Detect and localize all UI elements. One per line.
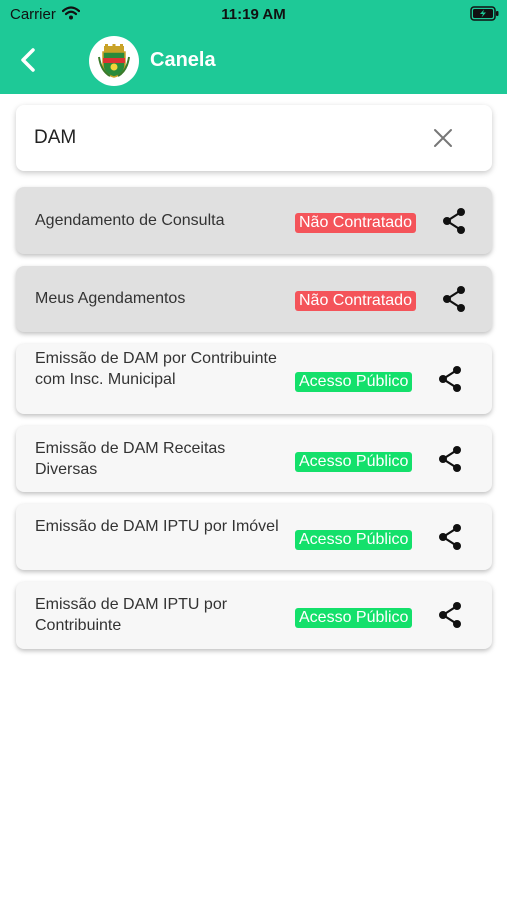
- share-icon: [439, 366, 461, 392]
- status-badge-not-contracted: Não Contratado: [295, 213, 416, 233]
- service-item-emissao-dam-contribuinte-insc-municipal[interactable]: Emissão de DAM por Contribuinte com Insc…: [16, 344, 492, 414]
- share-icon: [443, 286, 465, 312]
- clear-search-button[interactable]: [430, 125, 456, 151]
- chevron-left-icon: [21, 48, 35, 72]
- app-header: Canela: [0, 28, 507, 94]
- back-button[interactable]: [12, 42, 46, 78]
- share-icon: [439, 446, 461, 472]
- service-name: Emissão de DAM por Contribuinte com Insc…: [35, 350, 277, 388]
- status-bar: Carrier 11:19 AM: [0, 0, 507, 28]
- share-button[interactable]: [437, 601, 463, 629]
- service-item-meus-agendamentos[interactable]: Meus Agendamentos Não Contratado: [16, 266, 492, 332]
- share-button[interactable]: [437, 523, 463, 551]
- service-name: Agendamento de Consulta: [35, 212, 225, 229]
- status-badge-public: Acesso Público: [295, 452, 413, 472]
- share-button[interactable]: [437, 365, 463, 393]
- status-badge-public: Acesso Público: [295, 608, 413, 628]
- page-title: Canela: [150, 49, 216, 71]
- share-button[interactable]: [437, 445, 463, 473]
- share-button[interactable]: [441, 285, 467, 313]
- status-badge-public: Acesso Público: [295, 372, 413, 392]
- status-badge-not-contracted: Não Contratado: [295, 291, 416, 311]
- service-item-emissao-dam-receitas-diversas[interactable]: Emissão de DAM Receitas Diversas Acesso …: [16, 426, 492, 492]
- service-name: Emissão de DAM IPTU por Contribuinte: [35, 596, 228, 634]
- service-item-agendamento-de-consulta[interactable]: Agendamento de Consulta Não Contratado: [16, 187, 492, 254]
- service-item-emissao-dam-iptu-contribuinte[interactable]: Emissão de DAM IPTU por Contribuinte Ace…: [16, 582, 492, 649]
- close-icon: [434, 129, 452, 147]
- service-name: Emissão de DAM IPTU por Imóvel: [35, 518, 279, 535]
- status-time: 11:19 AM: [221, 6, 286, 23]
- service-item-emissao-dam-iptu-imovel[interactable]: Emissão de DAM IPTU por Imóvel Acesso Pú…: [16, 504, 492, 570]
- share-icon: [439, 524, 461, 550]
- share-button[interactable]: [441, 207, 467, 235]
- service-name: Meus Agendamentos: [35, 290, 186, 307]
- battery-charging-icon: [470, 6, 500, 21]
- search-bar: [16, 105, 492, 171]
- share-icon: [439, 602, 461, 628]
- search-input[interactable]: [34, 123, 414, 153]
- city-logo: [89, 36, 139, 86]
- status-badge-public: Acesso Público: [295, 530, 413, 550]
- share-icon: [443, 208, 465, 234]
- coat-of-arms-icon: [98, 44, 130, 78]
- service-name: Emissão de DAM Receitas Diversas: [35, 440, 226, 478]
